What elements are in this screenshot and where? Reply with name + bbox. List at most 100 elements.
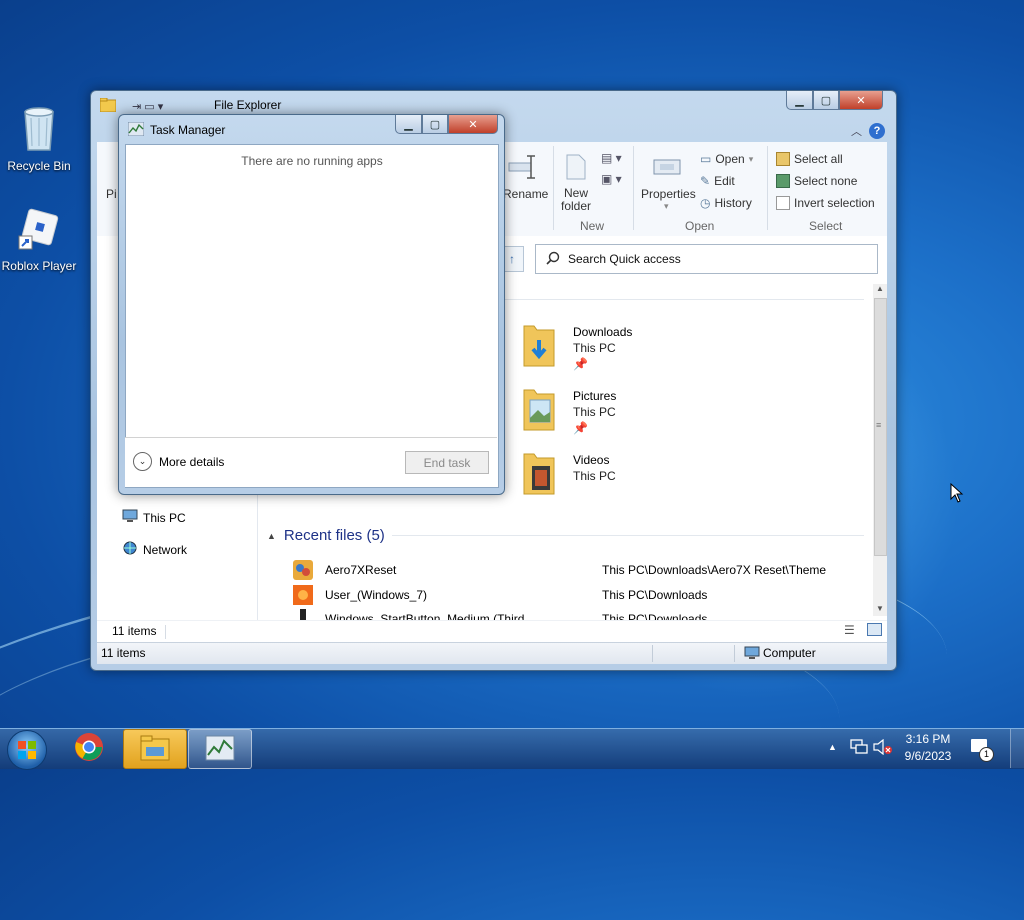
- explorer-title: File Explorer: [214, 98, 282, 112]
- ribbon-separator: [633, 146, 634, 230]
- properties-label: Properties: [641, 187, 696, 201]
- taskbar-file-explorer-button[interactable]: [123, 729, 187, 769]
- taskbar-chrome-button[interactable]: [58, 729, 120, 767]
- invert-selection-label: Invert selection: [794, 196, 875, 210]
- open-dropdown-icon: ▾: [748, 153, 754, 164]
- computer-icon: [122, 509, 138, 526]
- desktop-icon-recycle-bin[interactable]: Recycle Bin: [1, 104, 77, 173]
- item-count: 11 items: [112, 624, 157, 638]
- file-path: This PC\Downloads: [602, 588, 708, 602]
- help-icon[interactable]: ?: [869, 123, 885, 139]
- details-view-icon[interactable]: ☰: [844, 623, 855, 637]
- action-center-button[interactable]: 1: [970, 738, 994, 762]
- history-button[interactable]: ◷ History: [700, 196, 752, 210]
- recycle-bin-icon: [1, 104, 77, 155]
- more-details-label: More details: [159, 454, 225, 469]
- task-manager-icon: [205, 735, 235, 764]
- pin-button[interactable]: Pi: [106, 187, 117, 201]
- downloads-folder-icon: [522, 322, 556, 367]
- show-desktop-button[interactable]: [1010, 729, 1024, 768]
- search-icon: [546, 251, 560, 268]
- scroll-up-icon[interactable]: ▲: [876, 284, 884, 293]
- ribbon-separator: [767, 146, 768, 230]
- select-none-icon: [776, 174, 790, 188]
- desktop-icon-label: Recycle Bin: [7, 159, 71, 173]
- videos-folder-icon: [522, 450, 556, 495]
- list-item[interactable]: Aero7XReset This PC\Downloads\Aero7X Res…: [292, 559, 867, 581]
- frequent-folder-name[interactable]: Pictures: [573, 389, 616, 403]
- mouse-cursor-icon: [950, 482, 964, 506]
- scroll-grip-icon: ≡: [876, 420, 882, 430]
- taskbar-task-manager-button[interactable]: [188, 729, 252, 769]
- open-icon: ▭: [700, 152, 712, 166]
- maximize-button[interactable]: ▢: [813, 91, 839, 110]
- new-item-icon[interactable]: ▤ ▾: [601, 151, 622, 165]
- status-location: Computer: [763, 646, 816, 660]
- select-none-button[interactable]: Select none: [776, 174, 857, 188]
- new-folder-label: New folder: [561, 186, 592, 213]
- status-divider: [734, 645, 735, 662]
- maximize-button[interactable]: ▢: [422, 115, 448, 134]
- show-hidden-icons-icon[interactable]: ▲: [828, 742, 837, 752]
- nav-item-network[interactable]: Network: [122, 541, 187, 558]
- list-item[interactable]: User_(Windows_7) This PC\Downloads: [292, 584, 867, 606]
- rename-button[interactable]: Rename: [503, 187, 548, 201]
- ribbon-collapse-icon[interactable]: ︿: [851, 123, 862, 139]
- chevron-down-icon: ⌄: [133, 452, 152, 471]
- search-input[interactable]: Search Quick access: [535, 244, 878, 274]
- frequent-folder-location: This PC: [573, 469, 616, 483]
- nav-item-this-pc[interactable]: This PC: [122, 509, 186, 526]
- ribbon-group-select: Select: [809, 219, 843, 233]
- properties-button[interactable]: Properties: [641, 187, 696, 201]
- status-divider: [165, 625, 166, 639]
- volume-muted-icon[interactable]: [873, 738, 893, 758]
- select-all-button[interactable]: Select all: [776, 152, 843, 166]
- close-button[interactable]: ✕: [448, 115, 498, 134]
- invert-selection-button[interactable]: Invert selection: [776, 196, 875, 210]
- desktop-icon-roblox-player[interactable]: Roblox Player: [1, 206, 77, 273]
- select-all-icon: [776, 152, 790, 166]
- minimize-button[interactable]: ▁: [395, 115, 422, 134]
- pictures-folder-icon: [522, 386, 556, 431]
- ribbon-separator: [553, 146, 554, 230]
- file-path: This PC\Downloads: [602, 612, 708, 620]
- list-item[interactable]: Windows_StartButton_Medium (Third... Thi…: [292, 609, 867, 620]
- roblox-icon: [1, 206, 77, 255]
- minimize-button[interactable]: ▁: [786, 91, 813, 110]
- end-task-button[interactable]: End task: [405, 451, 489, 474]
- system-clock[interactable]: 3:16 PM 9/6/2023: [898, 731, 958, 765]
- recent-files-title: Recent files (5): [283, 527, 385, 544]
- recent-files-divider: [392, 535, 864, 536]
- task-manager-title: Task Manager: [150, 123, 226, 137]
- open-button[interactable]: ▭ Open ▾: [700, 152, 753, 166]
- more-details-button[interactable]: ⌄ More details: [133, 452, 224, 471]
- network-status-icon[interactable]: [850, 739, 868, 758]
- desktop-icon-label: Roblox Player: [1, 259, 77, 273]
- edit-button[interactable]: ✎ Edit: [700, 174, 735, 188]
- start-button[interactable]: [7, 730, 47, 770]
- pin-icon: 📌: [573, 421, 588, 435]
- new-folder-button[interactable]: New folder: [561, 187, 591, 213]
- quick-access-toolbar[interactable]: ⇥ ▭ ▾: [132, 100, 163, 113]
- file-name: User_(Windows_7): [325, 588, 428, 602]
- select-all-label: Select all: [794, 152, 843, 166]
- pin-icon: 📌: [573, 357, 588, 371]
- recent-files-header[interactable]: ▲ Recent files (5): [267, 527, 385, 544]
- properties-dropdown-icon[interactable]: ▾: [664, 201, 669, 212]
- scroll-down-icon[interactable]: ▼: [876, 604, 884, 613]
- windows-logo-icon: [18, 741, 36, 762]
- explorer-status-bar: 11 items ☰: [97, 620, 887, 643]
- close-button[interactable]: ✕: [839, 91, 883, 110]
- frequent-folder-name[interactable]: Videos: [573, 453, 609, 467]
- large-icons-view-icon[interactable]: [867, 623, 882, 636]
- open-label: Open: [715, 152, 745, 166]
- frequent-folder-name[interactable]: Downloads: [573, 325, 632, 339]
- frequent-folder-location: This PC: [573, 405, 616, 419]
- easy-access-icon[interactable]: ▣ ▾: [601, 172, 622, 186]
- image-file-icon: [292, 584, 314, 609]
- file-name: Aero7XReset: [325, 563, 397, 577]
- vertical-scrollbar[interactable]: ▲ ≡ ▼: [873, 284, 887, 616]
- computer-icon: [744, 646, 760, 663]
- item-count: 11 items: [101, 646, 146, 660]
- search-placeholder: Search Quick access: [568, 252, 681, 266]
